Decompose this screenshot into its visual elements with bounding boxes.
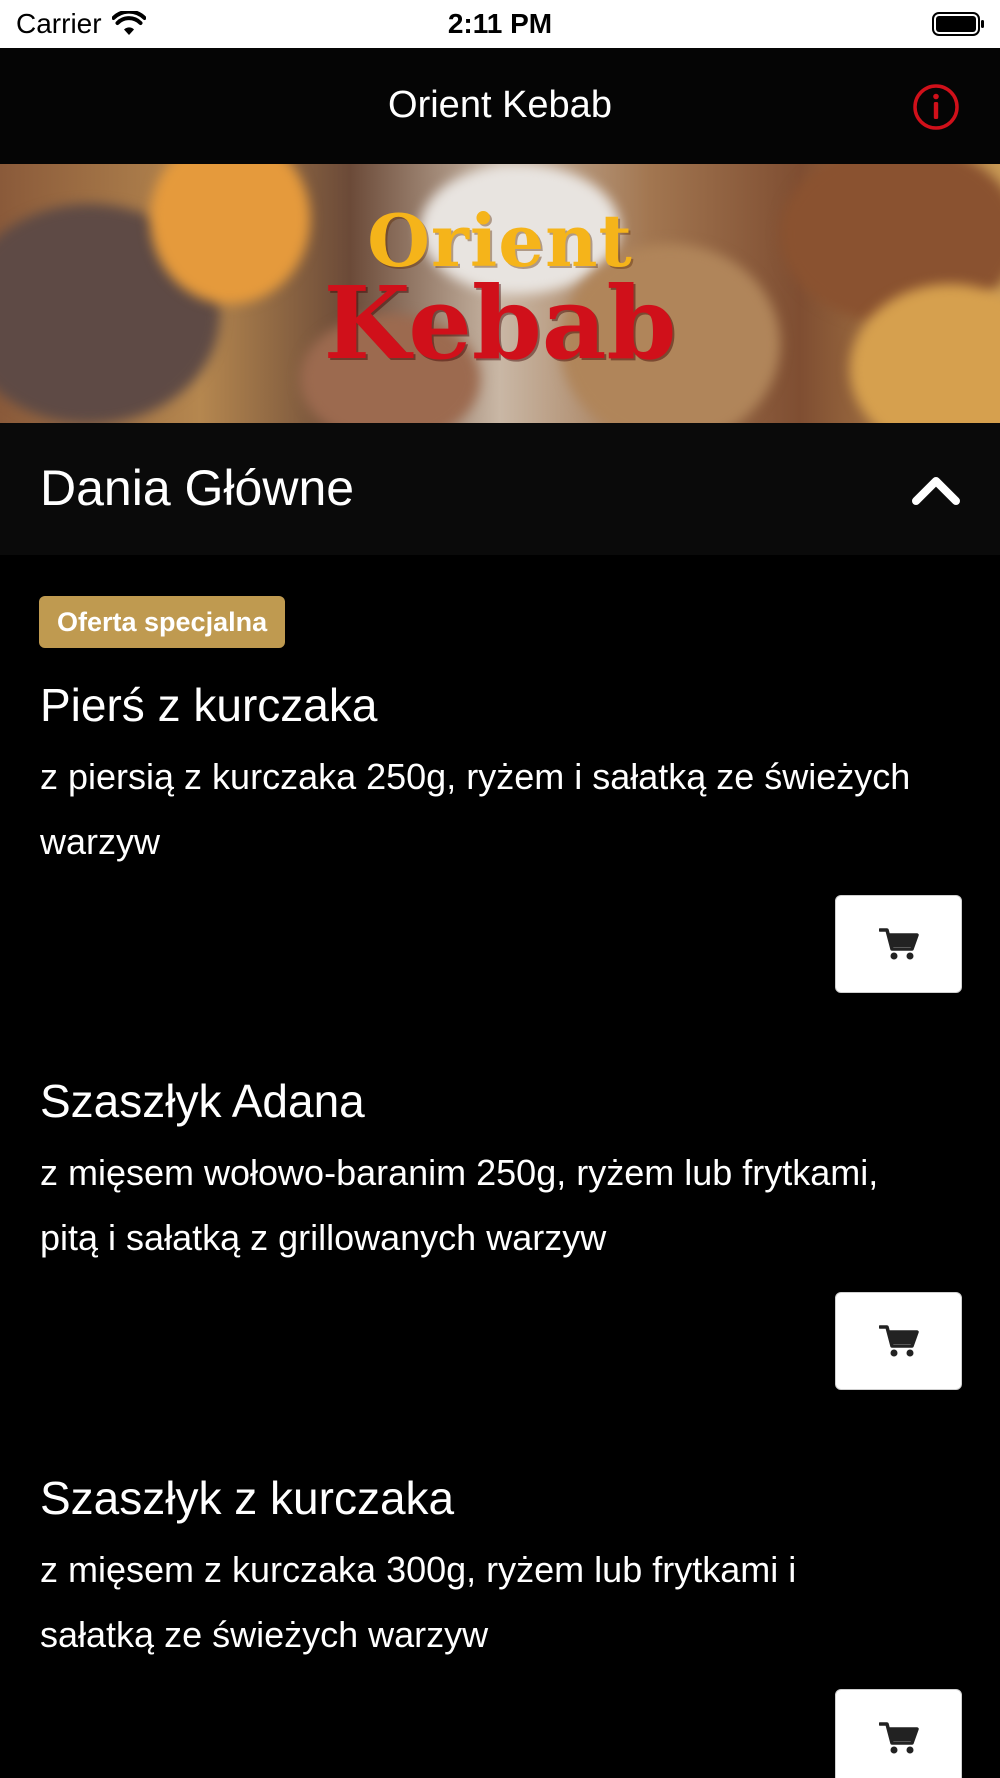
item-description: z mięsem wołowo-baranim 250g, ryżem lub … (40, 1152, 879, 1258)
status-time: 2:11 PM (447, 8, 553, 39)
cart-icon (878, 1722, 919, 1754)
item-name: Pierś z kurczaka (40, 679, 378, 731)
chevron-up-icon[interactable] (910, 463, 962, 515)
nav-title: Orient Kebab (388, 84, 612, 126)
special-offer-badge: Oferta specjalna (39, 596, 286, 648)
menu-item: Oferta specjalna Pierś z kurczaka z pier… (0, 596, 1000, 996)
add-to-cart-button[interactable] (835, 895, 962, 993)
status-bar: Carrier 2:11 PM (0, 0, 1000, 48)
cart-icon (878, 1325, 919, 1357)
item-description: z mięsem z kurczaka 300g, ryżem lub fryt… (40, 1549, 797, 1655)
section-header[interactable]: Dania Główne (0, 423, 1000, 555)
info-circle-icon[interactable] (912, 83, 960, 131)
section-title: Dania Główne (40, 460, 355, 516)
menu-item: Szaszłyk Adana z mięsem wołowo-baranim 2… (0, 1074, 1000, 1394)
logo-kebab: Kebab (323, 264, 677, 382)
app-screen: Carrier 2:11 PM Orient Kebab Orient Keba… (0, 0, 1000, 1778)
add-to-cart-button[interactable] (835, 1292, 962, 1390)
item-name: Szaszłyk Adana (40, 1075, 365, 1127)
menu-item: Szaszłyk z kurczaka z mięsem z kurczaka … (0, 1471, 1000, 1778)
battery-icon (932, 12, 984, 36)
add-to-cart-button[interactable] (835, 1689, 962, 1778)
item-name: Szaszłyk z kurczaka (40, 1472, 455, 1524)
item-description: z piersią z kurczaka 250g, ryżem i sałat… (40, 756, 911, 862)
cart-icon (878, 928, 919, 960)
restaurant-banner: Orient Kebab (0, 164, 1000, 423)
navigation-bar: Orient Kebab (0, 48, 1000, 164)
